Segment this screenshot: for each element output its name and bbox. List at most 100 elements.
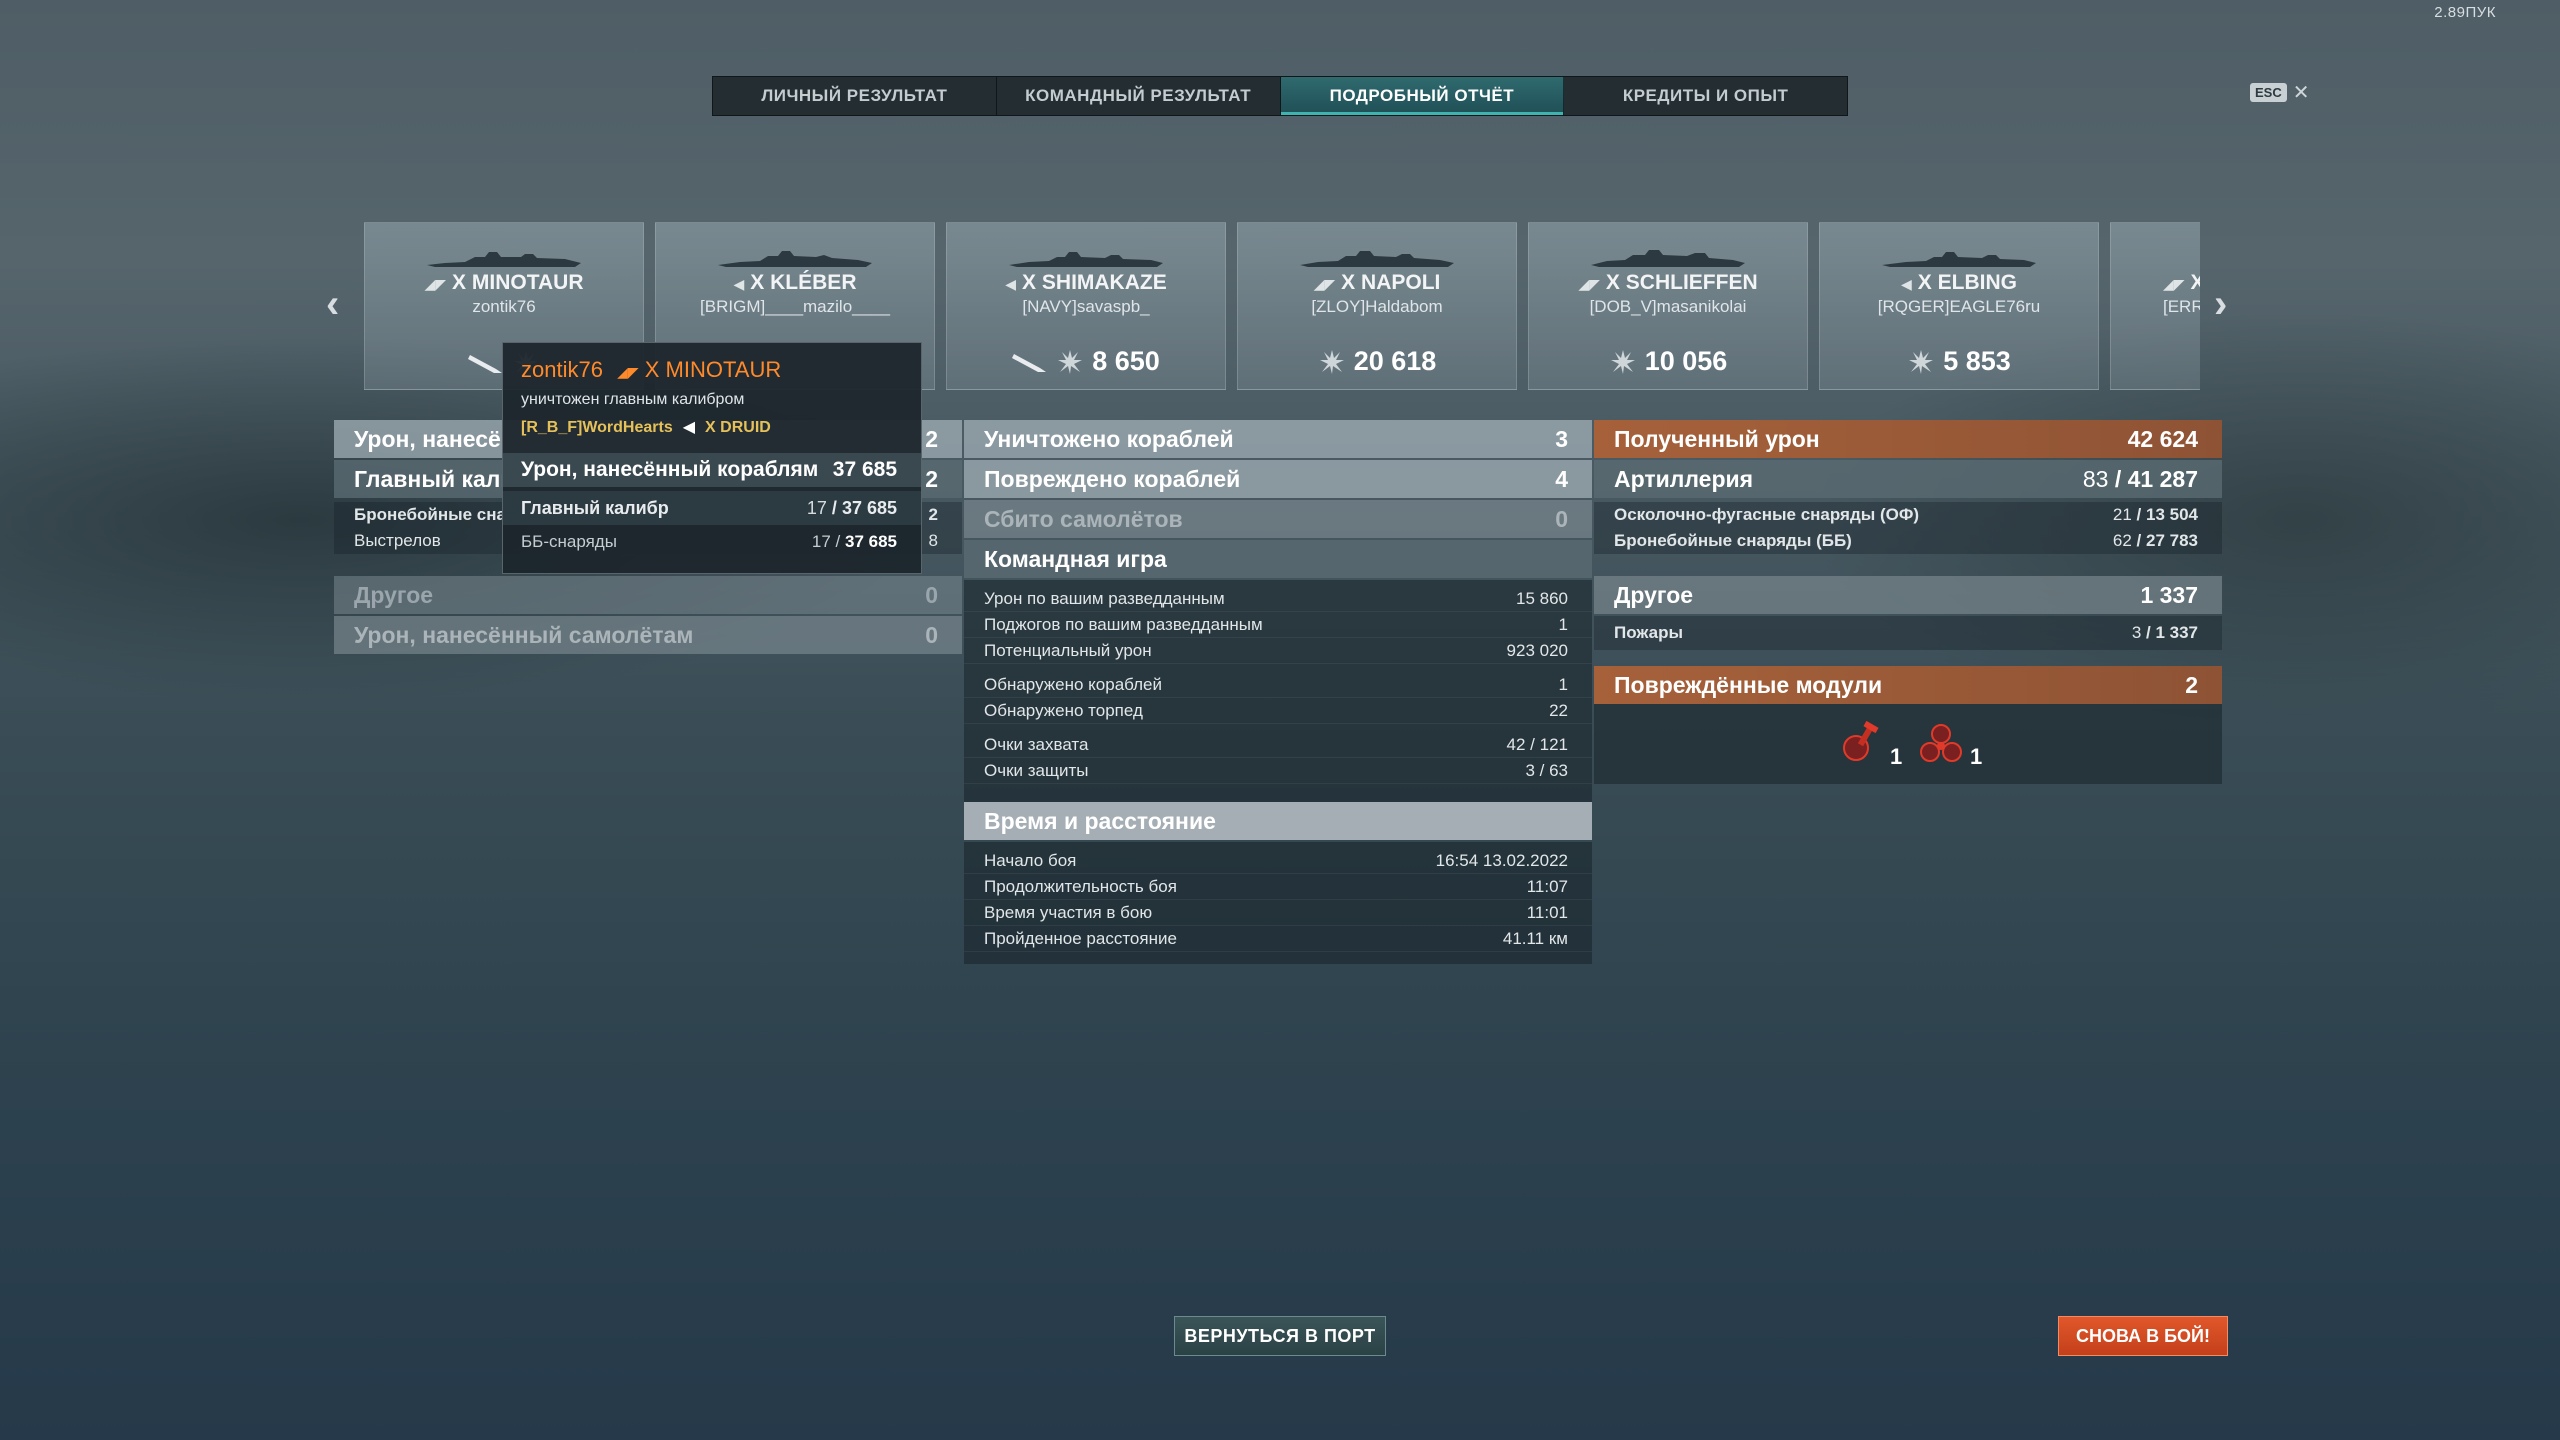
tab-credits-xp[interactable]: КРЕДИТЫ И ОПЫТ: [1564, 77, 1847, 115]
ship-card[interactable]: ◀ X ELBING [RQGER]EAGLE76ru 5 853: [1819, 222, 2099, 390]
tab-bar: ЛИЧНЫЙ РЕЗУЛЬТАТ КОМАНДНЫЙ РЕЗУЛЬТАТ ПОД…: [712, 76, 1848, 116]
propulsion-icon: [1920, 724, 1962, 762]
ship-silhouette-icon: [427, 252, 581, 267]
ships-damaged-row: Повреждено кораблей 4: [964, 460, 1592, 498]
detail-row: Обнаружено торпед 22: [964, 698, 1592, 724]
ship-silhouette-icon: [1300, 251, 1454, 267]
ship-silhouette-icon: [1591, 250, 1745, 267]
row-hits: 17: [811, 532, 831, 551]
detail-row: Пройденное расстояние 41.11 км: [964, 926, 1592, 952]
destroyer-class-icon: ◀: [682, 419, 696, 436]
tooltip-player: zontik76: [521, 357, 603, 382]
fps-label: 2.89ПУК: [2434, 4, 2496, 21]
damaged-modules-header: Повреждённые модули 2: [1594, 666, 2222, 704]
ship-silhouette-icon: [1009, 252, 1163, 267]
detail-row: Время участия в бою 11:01: [964, 900, 1592, 926]
kill-tooltip: zontik76 ◢◤ X MINOTAUR уничтожен главным…: [502, 342, 922, 574]
ship-silhouette-icon: [1882, 252, 2036, 267]
ship-tier: X: [1022, 271, 1037, 294]
esc-key-label: ESC: [2250, 83, 2287, 102]
ship-tier: X: [452, 271, 467, 294]
row-label: ББ-снаряды: [521, 532, 617, 551]
cruiser-class-icon: ◢◤: [2163, 276, 2185, 292]
cruiser-class-icon: ◢◤: [424, 276, 447, 292]
ship-name: SCHLIEFFEN: [1625, 271, 1758, 294]
module-item: 1: [1836, 720, 1902, 770]
detail-row: Очки защиты 3 / 63: [964, 758, 1592, 784]
return-to-port-button[interactable]: ВЕРНУТЬСЯ В ПОРТ: [1174, 1316, 1386, 1356]
detail-row: Урон по вашим разведданным 15 860: [964, 586, 1592, 612]
he-shells-row: Осколочно-фугасные снаряды (ОФ) 21 / 13 …: [1594, 502, 2222, 528]
fires-row: Пожары 3 / 1 337: [1594, 616, 2222, 650]
ap-shells-received-row: Бронебойные снаряды (ББ) 62 / 27 783: [1594, 528, 2222, 554]
battle-again-button[interactable]: СНОВА В БОЙ!: [2058, 1316, 2228, 1356]
ship-tier: X: [1341, 271, 1356, 294]
tooltip-ap-row: ББ-снаряды 17 / 37 685: [521, 532, 897, 551]
detail-row: Потенциальный урон 923 020: [964, 638, 1592, 664]
player-name: [ZLOY]Haldabom: [1311, 297, 1443, 316]
tab-team-result[interactable]: КОМАНДНЫЙ РЕЗУЛЬТАТ: [997, 77, 1281, 115]
other-damage-row: Другое 0: [334, 576, 962, 614]
tooltip-killer-ship: X DRUID: [705, 419, 771, 436]
ship-name: KLÉBER: [770, 271, 857, 294]
destroyer-class-icon: ◀: [1901, 276, 1912, 292]
burst-icon: [1058, 349, 1083, 374]
row-hits: 17: [806, 497, 827, 518]
burst-icon: [1610, 349, 1635, 374]
ship-damage: 8 650: [1092, 346, 1160, 376]
player-name: [BRIGM]____mazilo____: [700, 297, 890, 316]
steering-gear-icon: [1843, 720, 1879, 761]
time-details: Начало боя 16:54 13.02.2022 Продолжительн…: [964, 842, 1592, 964]
cruiser-class-icon: ◢◤: [1313, 276, 1336, 292]
ship-silhouette-icon: [718, 251, 872, 267]
detail-row: Продолжительность боя 11:07: [964, 874, 1592, 900]
player-name: zontik76: [472, 297, 536, 316]
row-value: 37 685: [832, 458, 897, 481]
close-icon: ✕: [2292, 82, 2310, 104]
ship-damage: 10 056: [1644, 346, 1728, 376]
ship-card[interactable]: ◀ X SHIMAKAZE [NAVY]savaspb_ 8 650: [946, 222, 1226, 390]
destroyer-class-icon: ◀: [733, 276, 745, 292]
ship-card[interactable]: ◢◤ X [ERR: [2110, 222, 2200, 390]
destroyer-class-icon: ◀: [1005, 276, 1017, 292]
torpedo-icon: [1012, 353, 1047, 372]
player-name: [ERR: [2163, 297, 2200, 316]
module-item: 1: [1916, 720, 1982, 770]
ship-tier: X: [2190, 271, 2200, 294]
planes-shot-row: Сбито самолётов 0: [964, 500, 1592, 538]
carousel-next-icon[interactable]: ›: [2214, 282, 2227, 327]
tooltip-killer: [R_B_F]WordHearts: [521, 419, 673, 436]
ship-name: MINOTAUR: [471, 271, 584, 294]
row-label: Главный калибр: [521, 497, 669, 518]
cruiser-class-icon: ◢◤: [617, 364, 639, 380]
ships-destroyed-row: Уничтожено кораблей 3: [964, 420, 1592, 458]
cruiser-class-icon: ◢◤: [1578, 276, 1600, 292]
carousel-prev-icon[interactable]: ‹: [326, 282, 339, 327]
teamplay-header: Командная игра: [964, 540, 1592, 578]
ship-tier: X: [750, 271, 765, 294]
row-value: 37 685: [845, 532, 897, 551]
player-name: [RQGER]EAGLE76ru: [1877, 297, 2041, 316]
ship-name: ELBING: [1937, 271, 2017, 294]
ship-name: SHIMAKAZE: [1041, 271, 1167, 294]
burst-icon: [1909, 349, 1934, 374]
player-name: [DOB_V]masanikolai: [1589, 297, 1747, 316]
ship-damage: 20 618: [1353, 346, 1437, 376]
row-value: 37 685: [841, 497, 897, 518]
artillery-row: Артиллерия 83 / 41 287: [1594, 460, 2222, 498]
ship-name: NAPOLI: [1361, 271, 1441, 294]
tooltip-damage-row: Урон, нанесённый кораблям 37 685: [503, 453, 921, 487]
torpedo-icon: [468, 355, 502, 373]
ship-tier: X: [1917, 271, 1932, 294]
damaged-modules-list: 1 1: [1594, 704, 2222, 784]
ship-damage: 5 853: [1943, 346, 2011, 376]
burst-icon: [1319, 349, 1344, 374]
tab-personal-result[interactable]: ЛИЧНЫЙ РЕЗУЛЬТАТ: [713, 77, 997, 115]
row-label: Урон, нанесённый кораблям: [521, 458, 819, 481]
other-received-row: Другое 1 337: [1594, 576, 2222, 614]
tab-detailed-report[interactable]: ПОДРОБНЫЙ ОТЧЁТ: [1280, 77, 1565, 115]
detail-row: Начало боя 16:54 13.02.2022: [964, 848, 1592, 874]
ship-card[interactable]: ◢◤ X NAPOLI [ZLOY]Haldabom 20 618: [1237, 222, 1517, 390]
close-button[interactable]: ESC ✕: [2250, 80, 2310, 105]
ship-card[interactable]: ◢◤ X SCHLIEFFEN [DOB_V]masanikolai 10 056: [1528, 222, 1808, 390]
